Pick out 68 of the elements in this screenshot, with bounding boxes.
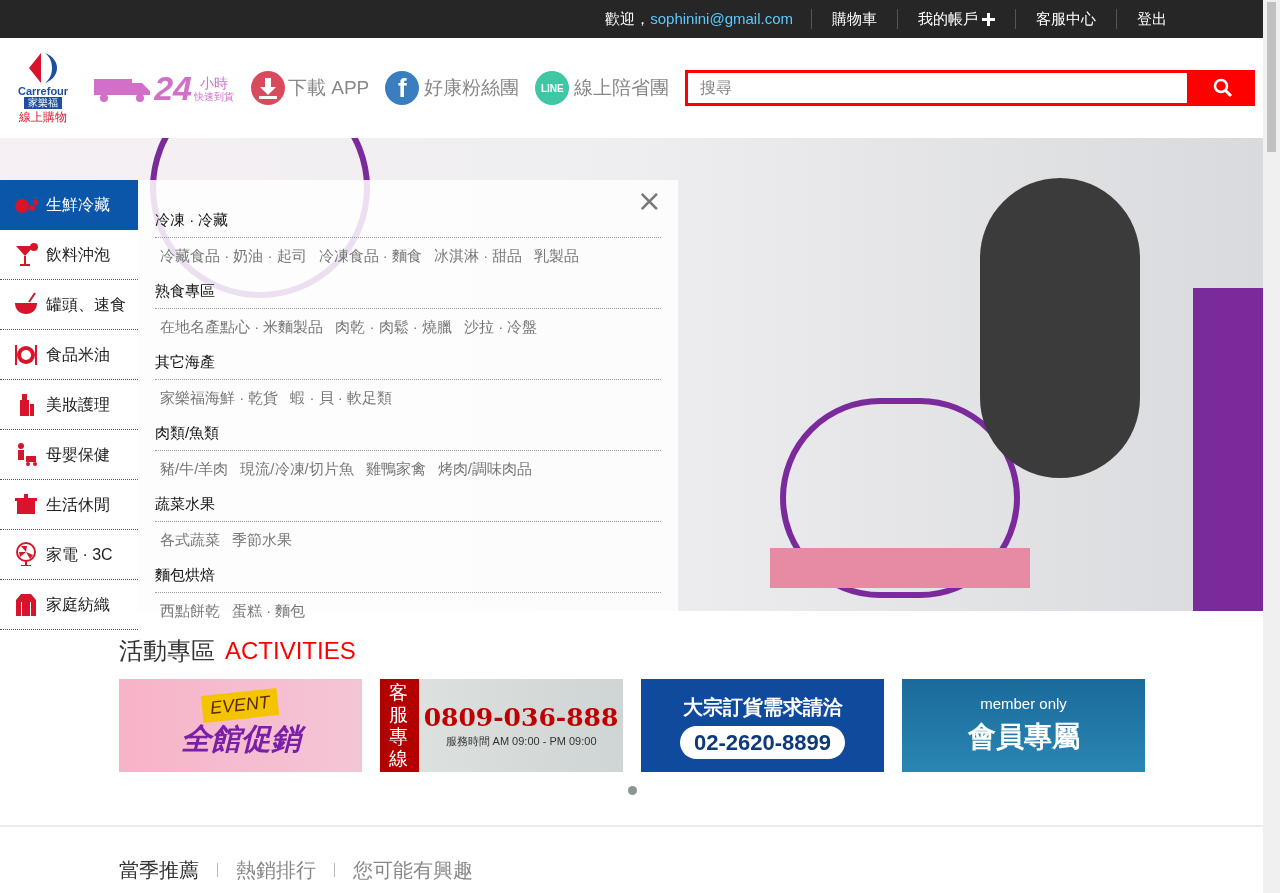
- delivery-hours: 24: [154, 71, 192, 105]
- submenu-heading[interactable]: 熟食專區: [155, 280, 215, 303]
- service-label: 客服專線: [380, 679, 419, 772]
- submenu-link[interactable]: 家樂福海鮮 · 乾貨: [160, 387, 279, 410]
- top-link[interactable]: 客服中心: [1016, 7, 1116, 31]
- submenu-link[interactable]: 冰淇淋 · 甜品: [434, 245, 523, 268]
- promo-banner[interactable]: EVENT 全館促銷: [119, 679, 362, 772]
- top-link[interactable]: 我的帳戶: [898, 7, 1015, 31]
- submenu-link[interactable]: 烤肉/調味肉品: [437, 458, 532, 481]
- header-link[interactable]: f 好康粉絲團: [385, 71, 520, 105]
- logo[interactable]: Carrefour 家樂福 線上購物: [18, 51, 69, 125]
- submenu-link[interactable]: 雞鴨家禽: [365, 458, 426, 481]
- facebook-icon: f: [385, 71, 420, 105]
- welcome-text: 歡迎，: [605, 8, 651, 29]
- product-tab[interactable]: 您可能有興趣: [353, 855, 473, 885]
- plus-icon: [982, 12, 995, 26]
- product-tab[interactable]: 熱銷排行: [236, 855, 316, 885]
- submenu-heading[interactable]: 蔬菜水果: [155, 493, 215, 516]
- download-icon: [249, 70, 286, 106]
- submenu-link[interactable]: 冷藏食品 · 奶油 · 起司: [160, 245, 307, 268]
- section-title: 活動專區: [119, 636, 215, 666]
- submenu-link[interactable]: 乳製品: [534, 245, 580, 268]
- logo-subtitle: 線上購物: [19, 109, 68, 125]
- submenu-link[interactable]: 季節水果: [232, 529, 292, 552]
- member-tag: member only: [980, 693, 1067, 716]
- section-title-en: ACTIVITIES: [225, 636, 356, 666]
- bulk-text: 大宗訂貨需求請洽: [682, 695, 843, 720]
- submenu-link[interactable]: 沙拉 · 冷盤: [464, 316, 538, 339]
- service-hours: 服務時間 AM 09:00 - PM 09:00: [445, 733, 597, 749]
- category-item[interactable]: 家庭紡織: [0, 580, 138, 630]
- category-item[interactable]: 生鮮冷藏: [0, 180, 138, 230]
- member-text: 會員專屬: [967, 719, 1080, 754]
- email-link[interactable]: sophinini@gmail.com: [650, 7, 793, 31]
- submenu-link[interactable]: 在地名產點心 · 米麵製品: [160, 316, 324, 339]
- submenu-link[interactable]: 冷凍食品 · 麵食: [318, 245, 422, 268]
- delivery-note: 快速到貨: [193, 90, 234, 102]
- top-link[interactable]: 登出: [1117, 7, 1187, 31]
- member-banner[interactable]: member only 會員專屬: [902, 679, 1145, 772]
- logo-brand: Carrefour: [18, 85, 69, 97]
- search-icon: [1212, 78, 1233, 98]
- header-link[interactable]: 下載 APP: [249, 70, 370, 106]
- submenu-link[interactable]: 肉乾 · 肉鬆 · 燒臘: [335, 316, 452, 339]
- search-button[interactable]: [1190, 70, 1256, 106]
- search-field[interactable]: 搜尋: [685, 70, 1191, 106]
- scrollbar[interactable]: [1263, 0, 1280, 893]
- logo-name: 家樂福: [24, 97, 63, 109]
- event-tag: EVENT: [201, 688, 280, 723]
- top-link[interactable]: 購物車: [812, 7, 897, 31]
- submenu-heading[interactable]: 冷凍 · 冷藏: [155, 209, 229, 232]
- submenu-link[interactable]: 蝦 · 貝 · 軟足類: [290, 387, 392, 410]
- header-link-text: 線上陪省團: [574, 75, 670, 100]
- submenu-heading[interactable]: 麵包烘焙: [155, 564, 215, 587]
- close-button[interactable]: ×: [636, 186, 662, 216]
- service-phone: 0809-036-888: [423, 701, 619, 733]
- submenu-link[interactable]: 各式蔬菜: [160, 529, 220, 552]
- header-link-text: 好康粉絲團: [424, 75, 520, 100]
- bulk-order-banner[interactable]: 大宗訂貨需求請洽 02-2620-8899: [641, 679, 884, 772]
- submenu-link[interactable]: 豬/牛/羊肉: [160, 458, 229, 481]
- delivery-unit: 小時: [199, 74, 228, 91]
- submenu-link[interactable]: 現流/冷凍/切片魚: [240, 458, 354, 481]
- submenu-heading[interactable]: 其它海產: [155, 351, 215, 374]
- submenu-link[interactable]: 蛋糕 · 麵包: [232, 600, 306, 623]
- submenu-heading[interactable]: 肉類/魚類: [155, 422, 220, 445]
- submenu-link[interactable]: 西點餅乾: [160, 600, 220, 623]
- header-link-text: 下載 APP: [287, 75, 370, 100]
- header-link[interactable]: LINE 線上陪省團: [535, 71, 670, 105]
- bulk-phone: 02-2620-8899: [680, 726, 845, 759]
- product-tab[interactable]: 當季推薦: [119, 855, 199, 885]
